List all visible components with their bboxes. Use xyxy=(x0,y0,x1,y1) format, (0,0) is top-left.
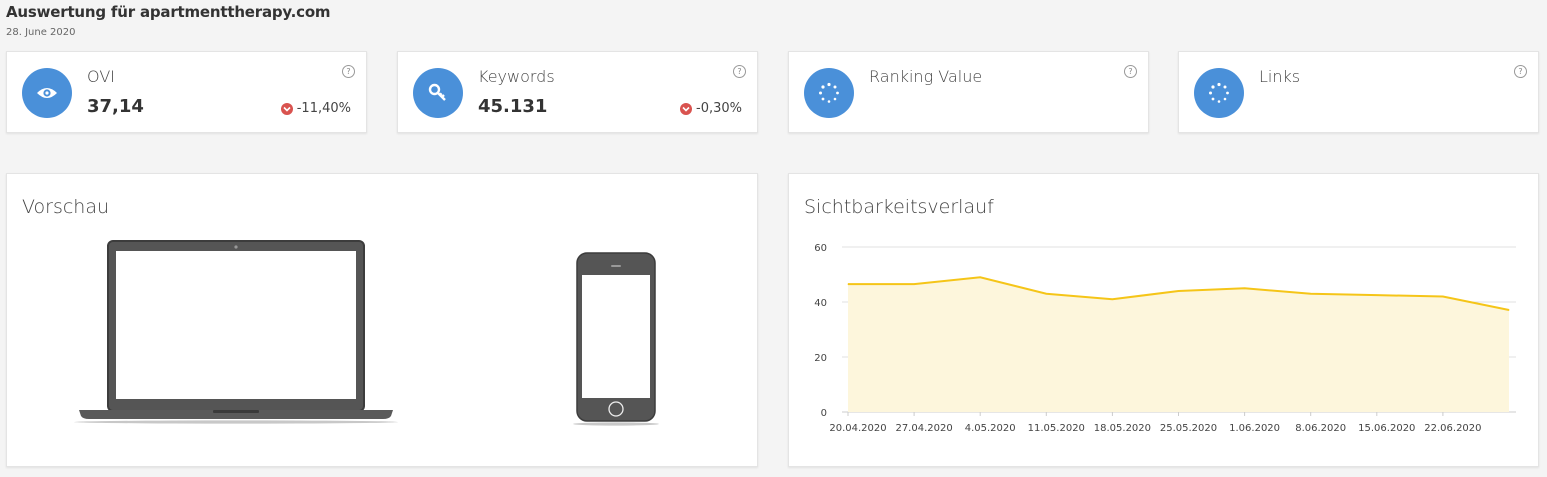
data-point xyxy=(1045,293,1047,295)
y-tick-label: 60 xyxy=(814,243,827,254)
data-point xyxy=(1376,294,1378,296)
kpi-card-ranking-value[interactable]: Ranking Value ? xyxy=(788,51,1149,133)
data-point xyxy=(1442,296,1444,297)
page-date: 28. June 2020 xyxy=(6,27,76,38)
data-point xyxy=(1244,287,1246,289)
visibility-panel: Sichtbarkeitsverlauf 0 20 40 60 20.04.2020 27… xyxy=(788,173,1539,467)
chevron-down-icon xyxy=(280,102,293,115)
help-icon[interactable]: ? xyxy=(1124,65,1137,78)
help-icon[interactable]: ? xyxy=(733,65,746,78)
laptop-preview xyxy=(74,240,398,424)
series-area xyxy=(848,277,1509,412)
key-icon xyxy=(413,68,463,118)
kpi-change: -0,30% xyxy=(680,101,742,116)
x-tick-label: 8.06.2020 xyxy=(1295,423,1346,434)
x-tick-label: 20.04.2020 xyxy=(829,423,886,434)
page-title: Auswertung für apartmenttherapy.com xyxy=(6,3,331,21)
preview-title: Vorschau xyxy=(22,196,110,218)
loading-spinner-icon xyxy=(1194,68,1244,118)
kpi-card-ovi[interactable]: OVI 37,14 ? -11,40% xyxy=(6,51,367,133)
eye-icon xyxy=(22,68,72,118)
help-icon[interactable]: ? xyxy=(1514,65,1527,78)
data-point xyxy=(1508,309,1510,311)
x-tick-label: 11.05.2020 xyxy=(1028,423,1085,434)
x-tick-label: 27.04.2020 xyxy=(895,423,952,434)
loading-spinner-icon xyxy=(804,68,854,118)
data-point xyxy=(1310,293,1312,295)
x-tick-label: 4.05.2020 xyxy=(965,423,1016,434)
kpi-value: 45.131 xyxy=(478,96,548,117)
x-tick-label: 25.05.2020 xyxy=(1160,423,1217,434)
y-tick-label: 20 xyxy=(814,353,827,364)
help-icon[interactable]: ? xyxy=(342,65,355,78)
kpi-card-links[interactable]: Links ? xyxy=(1178,51,1539,133)
kpi-label: Ranking Value xyxy=(869,67,983,86)
data-point xyxy=(979,276,981,278)
kpi-value: 37,14 xyxy=(87,96,144,117)
preview-panel: Vorschau xyxy=(6,173,758,467)
kpi-card-keywords[interactable]: Keywords 45.131 ? -0,30% xyxy=(397,51,758,133)
kpi-change-value: -0,30% xyxy=(696,101,742,116)
visibility-chart: 0 20 40 60 20.04.2020 27.04.2020 4.05.2020 11.0… xyxy=(814,243,1516,434)
phone-preview xyxy=(573,252,659,426)
kpi-change: -11,40% xyxy=(280,101,351,116)
kpi-label: Keywords xyxy=(478,67,555,86)
y-tick-label: 40 xyxy=(814,298,827,309)
kpi-label: OVI xyxy=(87,67,115,86)
y-tick-label: 0 xyxy=(821,408,827,419)
data-point xyxy=(913,283,915,285)
data-point xyxy=(1111,298,1113,300)
kpi-label: Links xyxy=(1259,67,1301,86)
chevron-down-icon xyxy=(680,102,692,115)
x-tick-label: 22.06.2020 xyxy=(1424,423,1481,434)
x-tick-label: 1.06.2020 xyxy=(1229,423,1280,434)
x-tick-label: 15.06.2020 xyxy=(1358,423,1415,434)
x-tick-label: 18.05.2020 xyxy=(1094,423,1151,434)
kpi-change-value: -11,40% xyxy=(296,101,351,116)
data-point xyxy=(1178,290,1179,292)
data-point xyxy=(847,283,849,285)
